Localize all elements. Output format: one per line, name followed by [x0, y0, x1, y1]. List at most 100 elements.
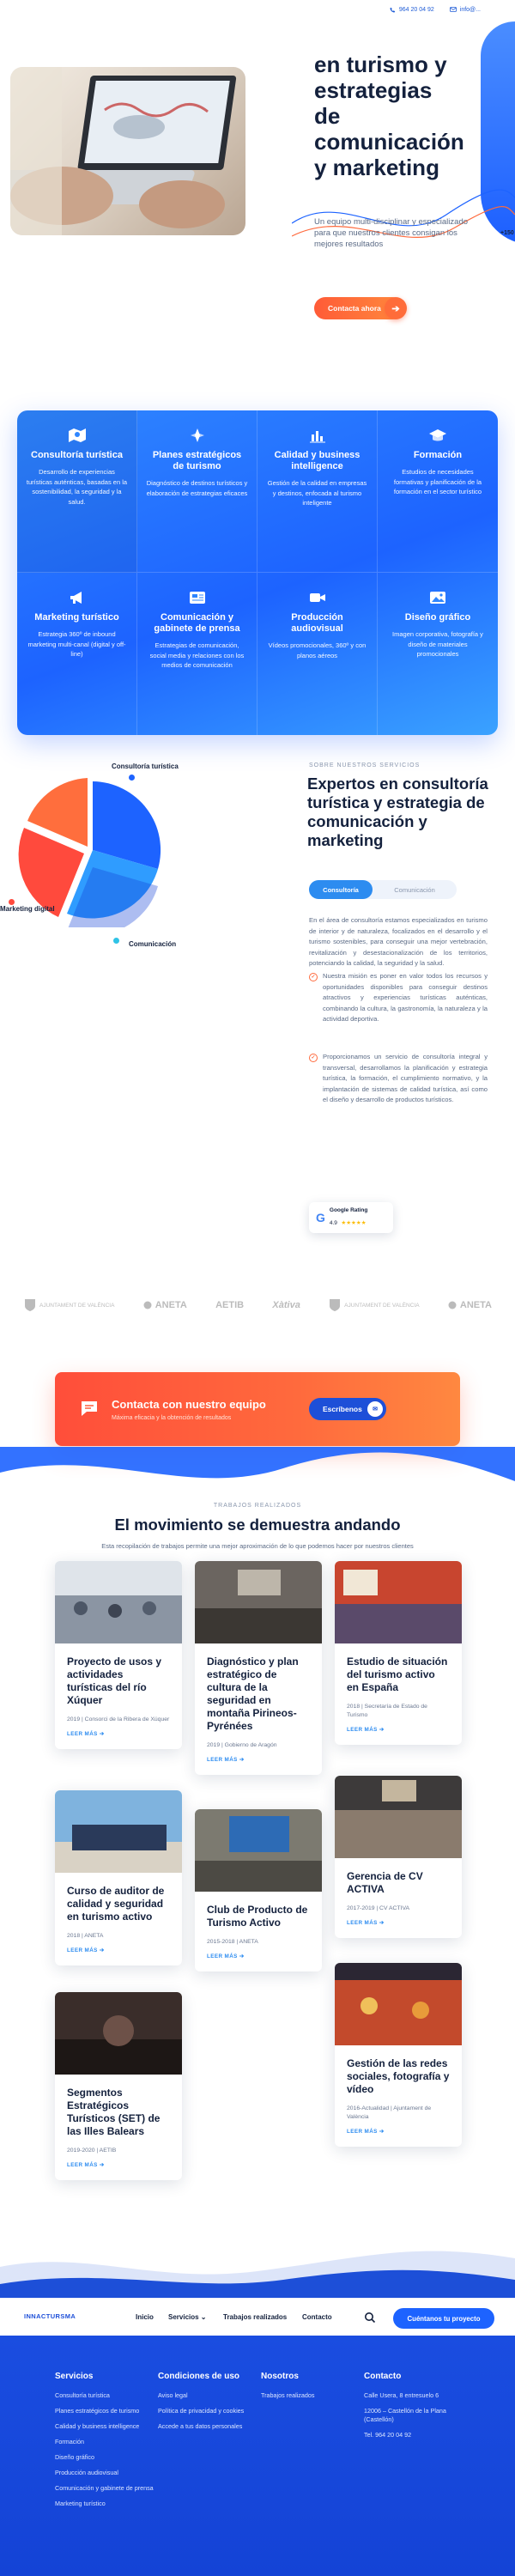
- footer-link[interactable]: Formación: [55, 2438, 167, 2446]
- partner-logo-text: AETIB: [215, 1300, 245, 1310]
- partner-logo-text: AJUNTAMENT DE VALÈNCIA: [39, 1302, 115, 1309]
- read-more-link[interactable]: LEER MÁS ➔: [347, 1727, 450, 1733]
- service-card[interactable]: Consultoría turística Desarrollo de expe…: [17, 410, 137, 573]
- partner-logo: ANETA: [143, 1300, 187, 1310]
- works-title: El movimiento se demuestra andando: [114, 1516, 401, 1534]
- pie-label-marketing: Marketing digital: [0, 905, 55, 913]
- work-card[interactable]: Gestión de las redes sociales, fotografí…: [335, 1963, 462, 2147]
- compass-icon: [190, 428, 204, 442]
- service-card[interactable]: Producción audiovisual Vídeos promociona…: [258, 573, 378, 735]
- section-wave: [0, 1447, 515, 1481]
- pie-dot-marker: [129, 775, 135, 781]
- nav-trabajos[interactable]: Trabajos realizados: [223, 2313, 287, 2321]
- service-card[interactable]: Marketing turístico Estrategia 360º de i…: [17, 573, 137, 735]
- footer-address: 12006 – Castellón de la Plana (Castellón…: [364, 2407, 446, 2423]
- read-more-link[interactable]: LEER MÁS ➔: [67, 1947, 170, 1953]
- read-more-link[interactable]: LEER MÁS ➔: [207, 1757, 310, 1763]
- hero-contact-button[interactable]: Contacta ahora ➔: [314, 297, 407, 319]
- work-card[interactable]: Curso de auditor de calidad y seguridad …: [55, 1790, 182, 1965]
- phone-link[interactable]: 964 20 04 92: [390, 7, 434, 13]
- write-us-button[interactable]: Escríbenos ✉: [309, 1398, 386, 1420]
- bar-chart-icon: [309, 431, 325, 443]
- hero-side-label: +150: [500, 230, 514, 236]
- service-card[interactable]: Diseño gráfico Imagen corporativa, fotog…: [378, 573, 498, 735]
- work-photo: [195, 1809, 322, 1892]
- read-more-link[interactable]: LEER MÁS ➔: [347, 2129, 450, 2135]
- service-title: Producción audiovisual: [291, 612, 343, 634]
- video-camera-icon: [309, 593, 325, 602]
- email-text: info@...: [459, 6, 481, 13]
- work-photo: [335, 1963, 462, 2045]
- work-meta: 2015-2018 | ANETA: [207, 1939, 258, 1945]
- pie-label-comunicacion: Comunicación: [129, 940, 177, 948]
- work-meta: 2019 | Gobierno de Aragón: [207, 1742, 277, 1748]
- read-more-link[interactable]: LEER MÁS ➔: [347, 1920, 450, 1926]
- footer-link[interactable]: Aviso legal: [158, 2391, 270, 2400]
- footer-link[interactable]: Política de privacidad y cookies: [158, 2407, 270, 2415]
- work-card[interactable]: Gerencia de CV ACTIVA 2017-2019 | CV ACT…: [335, 1776, 462, 1938]
- top-contact-bar: 964 20 04 92 info@...: [0, 0, 515, 19]
- partner-logo: Xàtiva: [272, 1300, 300, 1310]
- aneta-mark-icon: [143, 1301, 152, 1309]
- work-title: Gestión de las redes sociales, fotografí…: [347, 2057, 450, 2095]
- map-icon: [68, 428, 86, 442]
- search-icon[interactable]: [364, 2312, 376, 2324]
- image-icon: [430, 592, 445, 604]
- partner-logo-text: ANETA: [459, 1300, 492, 1310]
- nav-inicio[interactable]: Inicio: [136, 2313, 154, 2321]
- footer-link[interactable]: Consultoría turística: [55, 2391, 167, 2400]
- site-logo[interactable]: INNACTURSMA: [24, 2312, 76, 2320]
- work-card[interactable]: Diagnóstico y plan estratégico de cultur…: [195, 1561, 322, 1775]
- toggle-consultoria[interactable]: Consultoría: [309, 880, 373, 899]
- nav-servicios[interactable]: Servicios ⌄: [168, 2313, 207, 2321]
- service-card[interactable]: Formación Estudios de necesidades format…: [378, 410, 498, 573]
- footer-col-title: Servicios: [55, 2372, 94, 2381]
- hero-title-line: de: [314, 103, 341, 129]
- work-title: Curso de auditor de calidad y seguridad …: [67, 1885, 165, 1923]
- read-more-link[interactable]: LEER MÁS ➔: [207, 1953, 310, 1959]
- service-card[interactable]: Planes estratégicos de turismo Diagnósti…: [137, 410, 258, 573]
- partner-logos: AJUNTAMENT DE VALÈNCIA ANETA AETIB Xàtiv…: [24, 1292, 492, 1318]
- toggle-comunicacion[interactable]: Comunicación: [373, 880, 457, 899]
- footer-link[interactable]: Diseño gráfico: [55, 2453, 167, 2462]
- hero-title-line: estrategias: [314, 77, 433, 103]
- read-more-link[interactable]: LEER MÁS ➔: [67, 1731, 170, 1737]
- arrow-right-icon: ➔: [385, 297, 407, 319]
- footer-link[interactable]: Trabajos realizados: [261, 2391, 373, 2400]
- partner-logo-text: Xàtiva: [272, 1300, 300, 1310]
- graduation-cap-icon: [429, 429, 446, 441]
- service-desc: Diagnóstico de destinos turísticos y ela…: [146, 479, 248, 497]
- check-icon: ✓: [309, 1054, 318, 1062]
- service-card[interactable]: Comunicación y gabinete de prensa Estrat…: [137, 573, 258, 735]
- work-card[interactable]: Proyecto de usos y actividades turística…: [55, 1561, 182, 1749]
- read-more-link[interactable]: LEER MÁS ➔: [67, 2162, 170, 2168]
- nav-contacto[interactable]: Contacto: [302, 2313, 332, 2321]
- work-card[interactable]: Segmentos Estratégicos Turísticos (SET) …: [55, 1992, 182, 2180]
- hero-title: en turismo y estrategias de comunicación…: [314, 52, 503, 180]
- work-card[interactable]: Club de Producto de Turismo Activo 2015-…: [195, 1809, 322, 1971]
- footer-link[interactable]: Accede a tus datos personales: [158, 2422, 270, 2431]
- service-card[interactable]: Calidad y business intelligence Gestión …: [258, 410, 378, 573]
- chat-bubble-icon: [82, 1401, 97, 1416]
- project-cta-button[interactable]: Cuéntanos tu proyecto: [393, 2308, 494, 2329]
- footer-link[interactable]: Producción audiovisual: [55, 2469, 167, 2477]
- work-card[interactable]: Estudio de situación del turismo activo …: [335, 1561, 462, 1745]
- footer-link[interactable]: Comunicación y gabinete de prensa: [55, 2484, 167, 2493]
- work-title: Segmentos Estratégicos Turísticos (SET) …: [67, 2087, 161, 2137]
- footer-link[interactable]: Calidad y business intelligence: [55, 2422, 167, 2431]
- aneta-mark-icon: [448, 1301, 457, 1309]
- partner-logo-text: ANETA: [154, 1300, 187, 1310]
- work-meta: 2016-Actualidad | Ajuntament de València: [347, 2105, 432, 2120]
- footer-link[interactable]: Marketing turístico: [55, 2500, 167, 2508]
- google-rating-badge[interactable]: G Google Rating 4.9 ★★★★★: [309, 1202, 393, 1233]
- work-meta: 2018 | Secretaría de Estado de Turismo: [347, 1704, 427, 1718]
- hero-title-line: y marketing: [314, 155, 439, 180]
- footer-link[interactable]: Planes estratégicos de turismo: [55, 2407, 167, 2415]
- footer-phone[interactable]: Tel. 964 20 04 92: [364, 2431, 476, 2439]
- email-link[interactable]: info@...: [449, 6, 481, 13]
- service-desc: Desarrollo de experiencias turísticas au…: [26, 468, 128, 506]
- footer-col-title: Contacto: [364, 2372, 402, 2381]
- service-title: Marketing turístico: [34, 612, 119, 623]
- work-photo: [335, 1561, 462, 1643]
- work-title: Proyecto de usos y actividades turística…: [67, 1656, 162, 1706]
